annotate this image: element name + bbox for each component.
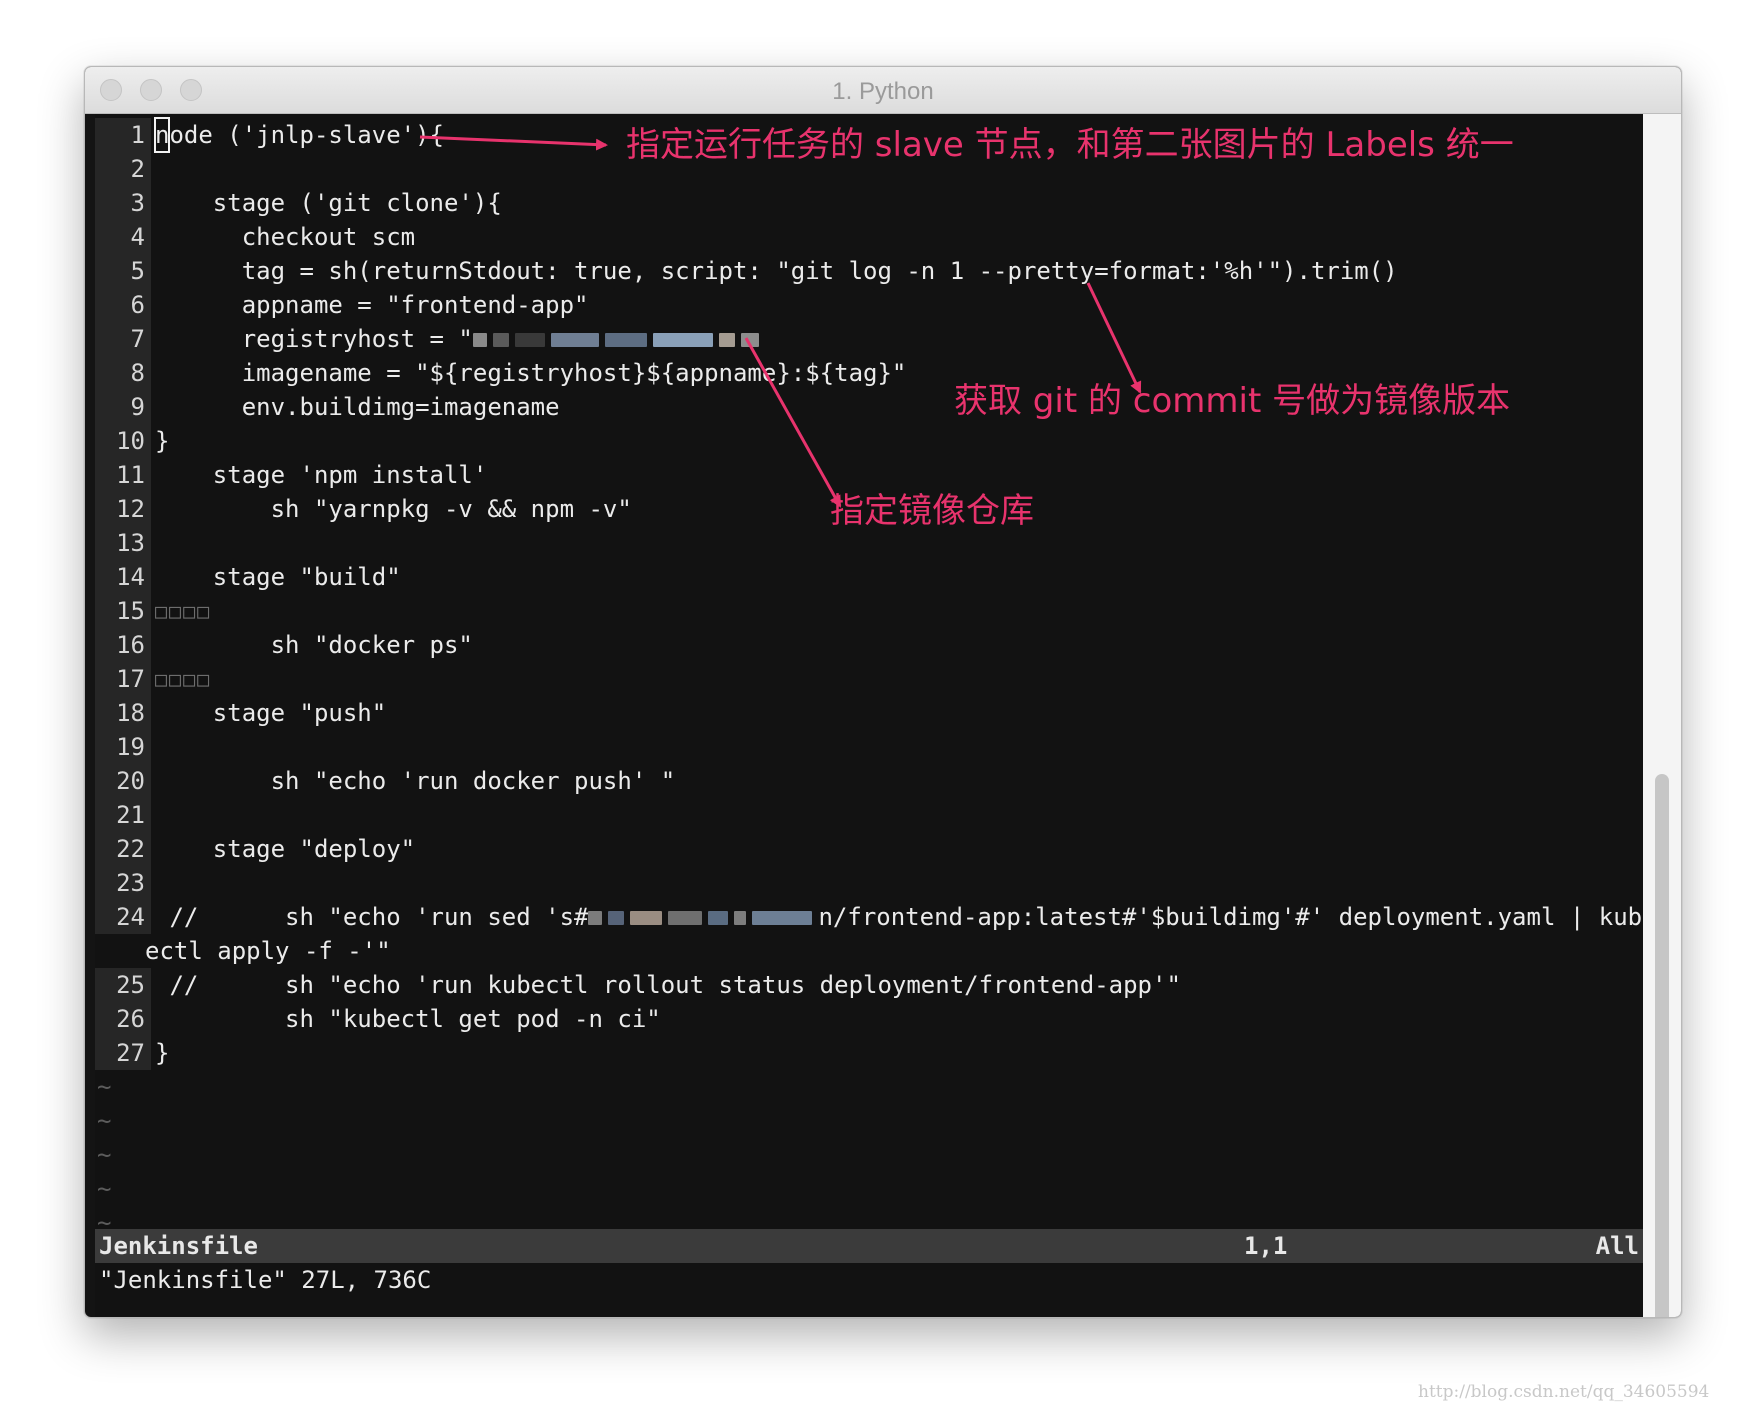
scrollbar[interactable] [1643,114,1681,1317]
code-line: 24 // sh "echo 'run sed 's# n/frontend-ap… [95,900,1643,934]
line-number: 4 [95,220,151,254]
code-line: 22 stage "deploy" [95,832,1643,866]
line-number: 17 [95,662,151,696]
empty-line-marker: ~ [97,1107,112,1135]
code-text: stage "deploy" [155,835,416,863]
redacted-block [472,325,765,353]
line-number: 21 [95,798,151,832]
vim-command-line[interactable]: "Jenkinsfile" 27L, 736C [99,1263,431,1297]
line-number: 5 [95,254,151,288]
annotation-slave-node: 指定运行任务的 slave 节点，和第二张图片的 Labels 统一 [626,125,1514,165]
code-text: } [155,427,170,455]
line-number: 7 [95,322,151,356]
line-number: 18 [95,696,151,730]
status-cursor-position: 1,1 [1244,1232,1288,1260]
title-bar: 1. Python [85,67,1681,114]
annotation-registry: 指定镜像仓库 [830,491,1034,531]
empty-line-marker: ~ [97,1141,112,1169]
line-number: 3 [95,186,151,220]
code-text: ode ('jnlp-slave'){ [169,121,444,149]
code-line: 25 // sh "echo 'run kubectl rollout stat… [95,968,1643,1002]
code-text: } [155,1039,170,1067]
code-line: 27} [95,1036,1643,1070]
code-text: stage 'npm install' [155,461,488,489]
code-text: stage ('git clone'){ [155,189,502,217]
watermark: http://blog.csdn.net/qq_34605594 [1418,1382,1710,1402]
line-number: 10 [95,424,151,458]
code-line: 5 tag = sh(returnStdout: true, script: "… [95,254,1643,288]
code-text: tag = sh(returnStdout: true, script: "gi… [155,257,1398,285]
code-text: appname = "frontend-app" [155,291,589,319]
status-filename: Jenkinsfile [99,1232,258,1260]
terminal-window: 1. Python 1 node ('jnlp-slave'){ 2 3 sta… [84,66,1682,1318]
code-text: env.buildimg=imagename [155,393,560,421]
line-number: 16 [95,628,151,662]
code-text: sh "docker ps" [155,631,473,659]
line-number: 1 [95,118,151,152]
code-line: 17 □□□□ [95,662,1643,696]
code-text: // sh "echo 'run sed 's# [155,903,589,931]
line-number: 14 [95,560,151,594]
whitespace-markers: □□□□ [155,599,212,623]
empty-line-marker: ~ [97,1175,112,1203]
code-line: 23 [95,866,1643,900]
scrollbar-thumb[interactable] [1655,774,1669,1317]
vim-editor[interactable]: 1 node ('jnlp-slave'){ 2 3 stage ('git c… [95,114,1643,1317]
line-number: 25 [95,968,151,1002]
code-line: 20 sh "echo 'run docker push' " [95,764,1643,798]
vim-status-line: Jenkinsfile 1,1 All [95,1229,1643,1263]
code-line: 19 [95,730,1643,764]
code-line: 3 stage ('git clone'){ [95,186,1643,220]
annotation-commit-version: 获取 git 的 commit 号做为镜像版本 [954,381,1511,421]
code-text: imagename = "${registryhost}${appname}:$… [155,359,907,387]
code-line: 18 stage "push" [95,696,1643,730]
code-text: checkout scm [155,223,416,251]
line-number: 8 [95,356,151,390]
line-number: 23 [95,866,151,900]
window-title: 1. Python [832,78,934,105]
code-text: stage "build" [155,563,401,591]
empty-line-marker: ~ [97,1073,112,1101]
redacted-block [588,903,818,931]
code-line: 6 appname = "frontend-app" [95,288,1643,322]
code-line: 7 registryhost = " [95,322,1643,356]
line-number: 6 [95,288,151,322]
line-number: 11 [95,458,151,492]
code-line: 15 □□□□ [95,594,1643,628]
line-number: 27 [95,1036,151,1070]
code-line: 26 sh "kubectl get pod -n ci" [95,1002,1643,1036]
line-number: 12 [95,492,151,526]
line-number: 15 [95,594,151,628]
line-number: 26 [95,1002,151,1036]
code-text: registryhost = " [155,325,473,353]
status-scroll-position: All [1595,1232,1639,1260]
code-text: stage "push" [155,699,387,727]
line-number: 13 [95,526,151,560]
code-text: sh "yarnpkg -v && npm -v" [155,495,632,523]
line-number: 22 [95,832,151,866]
code-line: 4 checkout scm [95,220,1643,254]
line-number: 9 [95,390,151,424]
whitespace-markers: □□□□ [155,667,212,691]
line-number: 2 [95,152,151,186]
text-cursor: n [153,117,171,153]
line-number: 24 [95,900,151,934]
code-text: sh "echo 'run docker push' " [155,767,676,795]
code-line: 10} [95,424,1643,458]
code-text: sh "kubectl get pod -n ci" [155,1005,661,1033]
line-number: 19 [95,730,151,764]
line-number: 20 [95,764,151,798]
code-line: 14 stage "build" [95,560,1643,594]
code-text: n/frontend-app:latest#'$buildimg'#' depl… [818,903,1643,931]
code-line: ectl apply -f -'" [95,934,1643,968]
code-text-wrapped: ectl apply -f -'" [145,937,391,965]
code-text: // sh "echo 'run kubectl rollout status … [155,971,1181,999]
code-line: 16 sh "docker ps" [95,628,1643,662]
code-line: 21 [95,798,1643,832]
